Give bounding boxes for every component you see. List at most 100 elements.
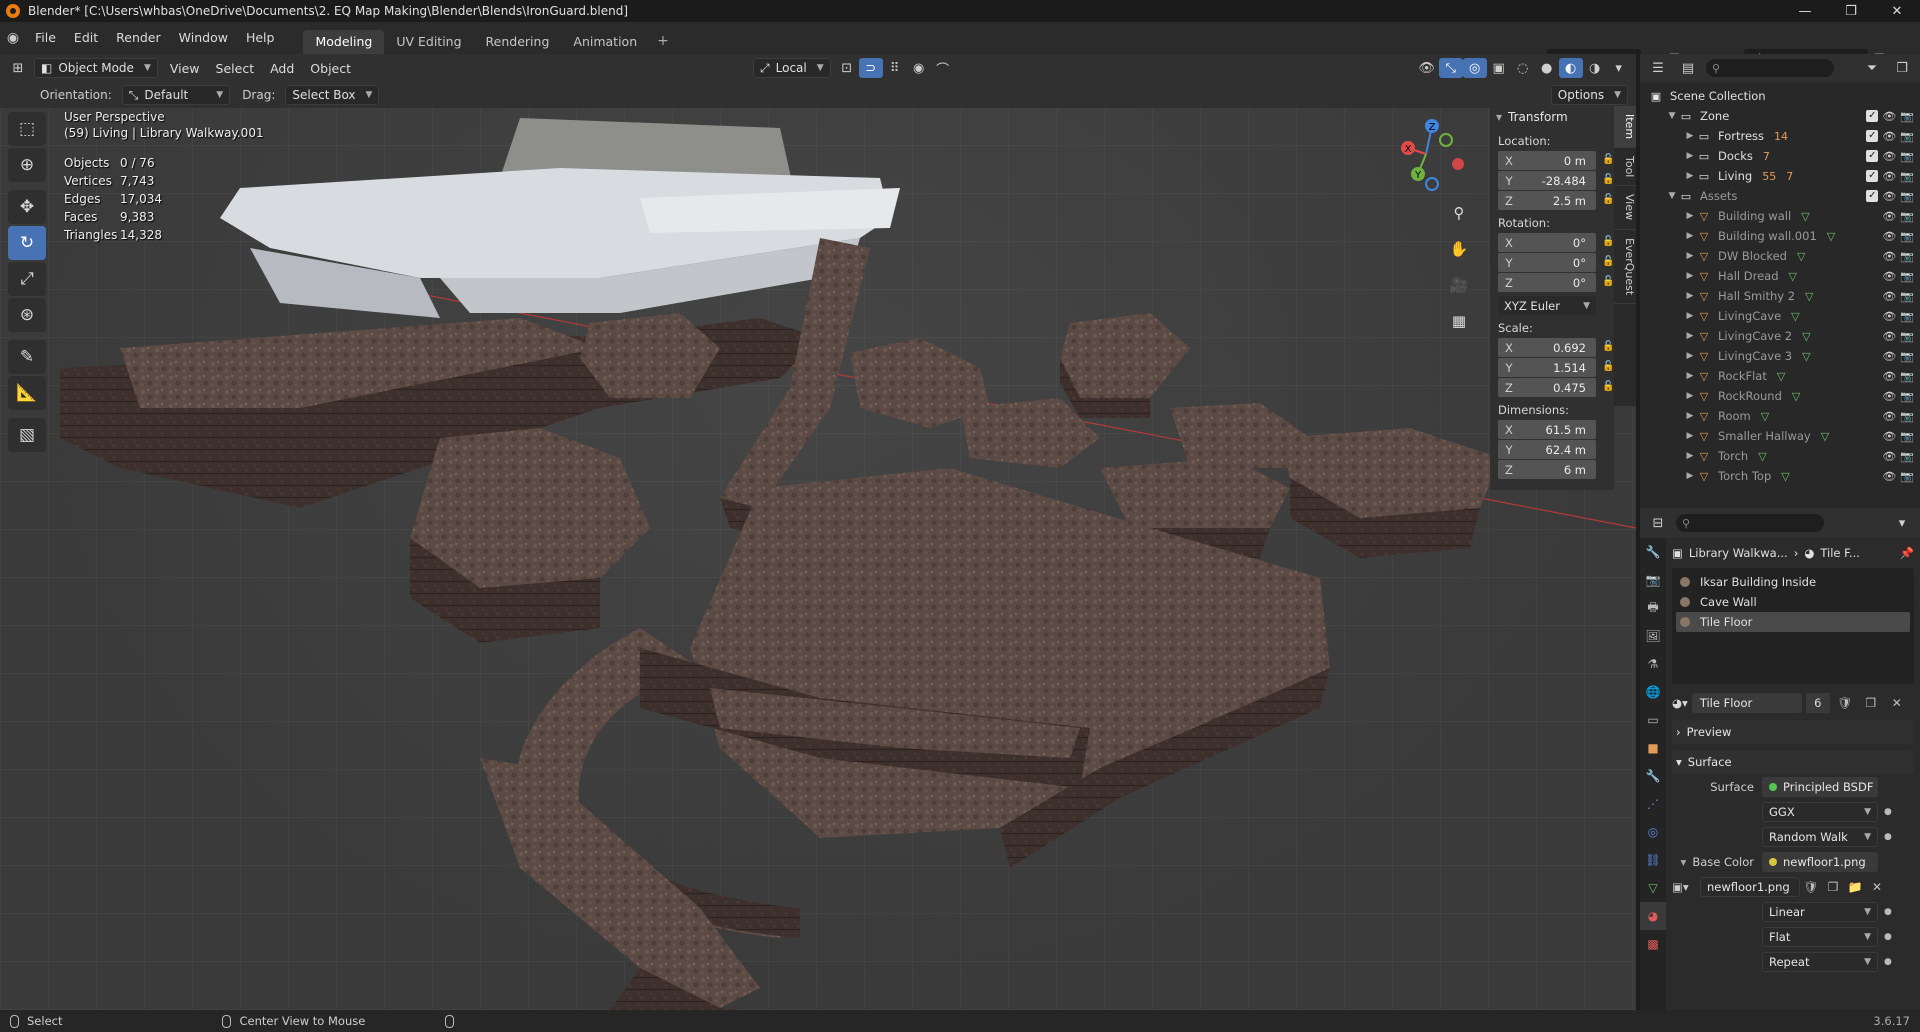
- outliner-row-livingcave[interactable]: ▶ ▽ LivingCave ▽ 👁 📷: [1640, 306, 1920, 326]
- eye-icon[interactable]: 👁: [1882, 390, 1896, 403]
- render-camera-icon[interactable]: 📷: [1900, 130, 1914, 143]
- new-image-icon[interactable]: ❐: [1822, 877, 1844, 897]
- add-slot-icon[interactable]: +: [1912, 570, 1920, 590]
- menu-file[interactable]: File: [26, 22, 65, 54]
- menu-object[interactable]: Object: [302, 61, 359, 76]
- outliner-row-rockround[interactable]: ▶ ▽ RockRound ▽ 👁 📷: [1640, 386, 1920, 406]
- overlays-icon[interactable]: ◎: [1462, 58, 1487, 78]
- measure-tool-icon[interactable]: 📐: [8, 376, 46, 410]
- lock-icon[interactable]: 🔓: [1602, 276, 1614, 287]
- cursor-tool-icon[interactable]: ⊕: [8, 148, 46, 182]
- location-x-field[interactable]: X0 m 🔓: [1498, 151, 1614, 170]
- visibility-icon[interactable]: 👁: [1415, 58, 1439, 78]
- exclude-checkbox[interactable]: ✓: [1866, 129, 1879, 142]
- render-camera-icon[interactable]: 📷: [1900, 470, 1914, 483]
- output-tab-icon[interactable]: 🖶: [1640, 594, 1666, 622]
- object-tab-icon[interactable]: ■: [1640, 734, 1666, 762]
- constraints-tab-icon[interactable]: ⛓: [1640, 846, 1666, 874]
- tab-everquest[interactable]: EverQuest: [1614, 230, 1636, 304]
- scale-y-field[interactable]: Y 1.514 🔓: [1498, 358, 1614, 377]
- subsurface-method-dropdown[interactable]: Random Walk ▼: [1762, 827, 1878, 847]
- exclude-checkbox[interactable]: ✓: [1866, 109, 1879, 122]
- lock-icon[interactable]: 🔓: [1602, 341, 1614, 352]
- eye-icon[interactable]: 👁: [1882, 150, 1896, 163]
- lock-icon[interactable]: 🔓: [1602, 236, 1614, 247]
- drag-dropdown[interactable]: Select Box ▼: [285, 85, 380, 105]
- render-camera-icon[interactable]: 📷: [1900, 230, 1914, 243]
- particles-tab-icon[interactable]: ⋰: [1640, 790, 1666, 818]
- zoom-icon[interactable]: ⚲: [1446, 200, 1472, 226]
- outliner-row-docks[interactable]: ▶ ▭ Docks 7 ✓ 👁 📷: [1640, 146, 1920, 166]
- scale-x-field[interactable]: X 0.692 🔓: [1498, 338, 1614, 357]
- menu-edit[interactable]: Edit: [65, 22, 107, 54]
- lock-icon[interactable]: 🔓: [1602, 381, 1614, 392]
- wireframe-shading-icon[interactable]: ◌: [1511, 58, 1535, 78]
- perspective-toggle-icon[interactable]: ▦: [1446, 308, 1472, 334]
- fake-user-icon[interactable]: 🛡: [1800, 877, 1822, 897]
- menu-help[interactable]: Help: [237, 22, 284, 54]
- chevron-down-icon[interactable]: ▼: [1666, 111, 1678, 121]
- workspace-tab-modeling[interactable]: Modeling: [303, 30, 385, 54]
- chevron-right-icon[interactable]: ▶: [1684, 371, 1696, 381]
- material-tab-icon[interactable]: ◕: [1640, 902, 1666, 930]
- chevron-right-icon[interactable]: ▶: [1684, 151, 1696, 161]
- view-layer-tab-icon[interactable]: 🖼: [1640, 622, 1666, 650]
- shading-options-icon[interactable]: ▾: [1607, 58, 1631, 78]
- pan-hand-icon[interactable]: ✋: [1446, 236, 1472, 262]
- render-camera-icon[interactable]: 📷: [1900, 390, 1914, 403]
- dimensions-y-field[interactable]: Y 62.4 m: [1498, 440, 1596, 459]
- rotation-y-field[interactable]: Y 0° 🔓: [1498, 253, 1614, 272]
- outliner-row-hall-dread[interactable]: ▶ ▽ Hall Dread ▽ 👁 📷: [1640, 266, 1920, 286]
- outliner-row-living[interactable]: ▶ ▭ Living 55 7 ✓ 👁 📷: [1640, 166, 1920, 186]
- tab-tool[interactable]: Tool: [1614, 148, 1636, 187]
- eye-icon[interactable]: 👁: [1882, 370, 1896, 383]
- eye-icon[interactable]: 👁: [1882, 130, 1896, 143]
- eye-icon[interactable]: 👁: [1882, 290, 1896, 303]
- projection-dropdown[interactable]: Flat ▼: [1762, 927, 1878, 947]
- outliner-row-dw-blocked[interactable]: ▶ ▽ DW Blocked ▽ 👁 📷: [1640, 246, 1920, 266]
- falloff-icon[interactable]: ⌒: [931, 58, 955, 78]
- tab-view[interactable]: View: [1614, 186, 1636, 230]
- properties-options-icon[interactable]: ▾: [1890, 513, 1914, 533]
- rotation-x-field[interactable]: X 0° 🔓: [1498, 233, 1614, 252]
- render-camera-icon[interactable]: 📷: [1900, 190, 1914, 203]
- eye-icon[interactable]: 👁: [1882, 250, 1896, 263]
- data-tab-icon[interactable]: ▽: [1640, 874, 1666, 902]
- outliner-row-assets[interactable]: ▼ ▭ Assets ✓ 👁 📷: [1640, 186, 1920, 206]
- unlink-material-icon[interactable]: ✕: [1886, 693, 1908, 713]
- gizmo-neg-x-icon[interactable]: [1452, 158, 1464, 170]
- rotation-mode-dropdown[interactable]: XYZ Euler ▼: [1498, 296, 1596, 315]
- outliner-row-torch[interactable]: ▶ ▽ Torch ▽ 👁 📷: [1640, 446, 1920, 466]
- gizmo-neg-z-icon[interactable]: [1425, 177, 1439, 191]
- outliner-row-fortress[interactable]: ▶ ▭ Fortress 14 ✓ 👁 📷: [1640, 126, 1920, 146]
- material-slot[interactable]: Tile Floor: [1676, 612, 1910, 632]
- render-camera-icon[interactable]: 📷: [1900, 210, 1914, 223]
- outliner-row-building-wall-001[interactable]: ▶ ▽ Building wall.001 ▽ 👁 📷: [1640, 226, 1920, 246]
- solid-shading-icon[interactable]: ●: [1535, 58, 1559, 78]
- editor-type-icon[interactable]: ⊞: [6, 58, 30, 78]
- render-camera-icon[interactable]: 📷: [1900, 250, 1914, 263]
- lock-icon[interactable]: 🔓: [1602, 174, 1614, 185]
- render-camera-icon[interactable]: 📷: [1900, 270, 1914, 283]
- camera-view-icon[interactable]: 🎥: [1446, 272, 1472, 298]
- physics-tab-icon[interactable]: ◎: [1640, 818, 1666, 846]
- render-camera-icon[interactable]: 📷: [1900, 290, 1914, 303]
- list-item[interactable]: ▣ Scene Collection: [1640, 86, 1920, 106]
- distribution-dropdown[interactable]: GGX ▼: [1762, 802, 1878, 822]
- lock-icon[interactable]: 🔓: [1602, 361, 1614, 372]
- material-slot[interactable]: Cave Wall: [1676, 592, 1910, 612]
- scene-tab-icon[interactable]: ⚗: [1640, 650, 1666, 678]
- preview-panel-header[interactable]: › Preview: [1672, 720, 1914, 744]
- properties-search-input[interactable]: ⚲: [1676, 514, 1824, 532]
- add-workspace-button[interactable]: +: [649, 33, 677, 49]
- render-camera-icon[interactable]: 📷: [1900, 110, 1914, 123]
- outliner-row-torch-top[interactable]: ▶ ▽ Torch Top ▽ 👁 📷: [1640, 466, 1920, 486]
- remove-slot-icon[interactable]: −: [1912, 594, 1920, 614]
- render-camera-icon[interactable]: 📷: [1900, 170, 1914, 183]
- outliner-row-building-wall[interactable]: ▶ ▽ Building wall ▽ 👁 📷: [1640, 206, 1920, 226]
- base-color-field[interactable]: newfloor1.png: [1762, 852, 1878, 872]
- display-mode-icon[interactable]: ▤: [1676, 58, 1700, 78]
- chevron-right-icon[interactable]: ▶: [1684, 231, 1696, 241]
- chevron-right-icon[interactable]: ▶: [1684, 411, 1696, 421]
- 3d-viewport[interactable]: ⬚ ⊕ ✥ ↻ ⤢ ⊛ ✎ 📐 ▧ User Perspective (59) …: [0, 108, 1636, 1010]
